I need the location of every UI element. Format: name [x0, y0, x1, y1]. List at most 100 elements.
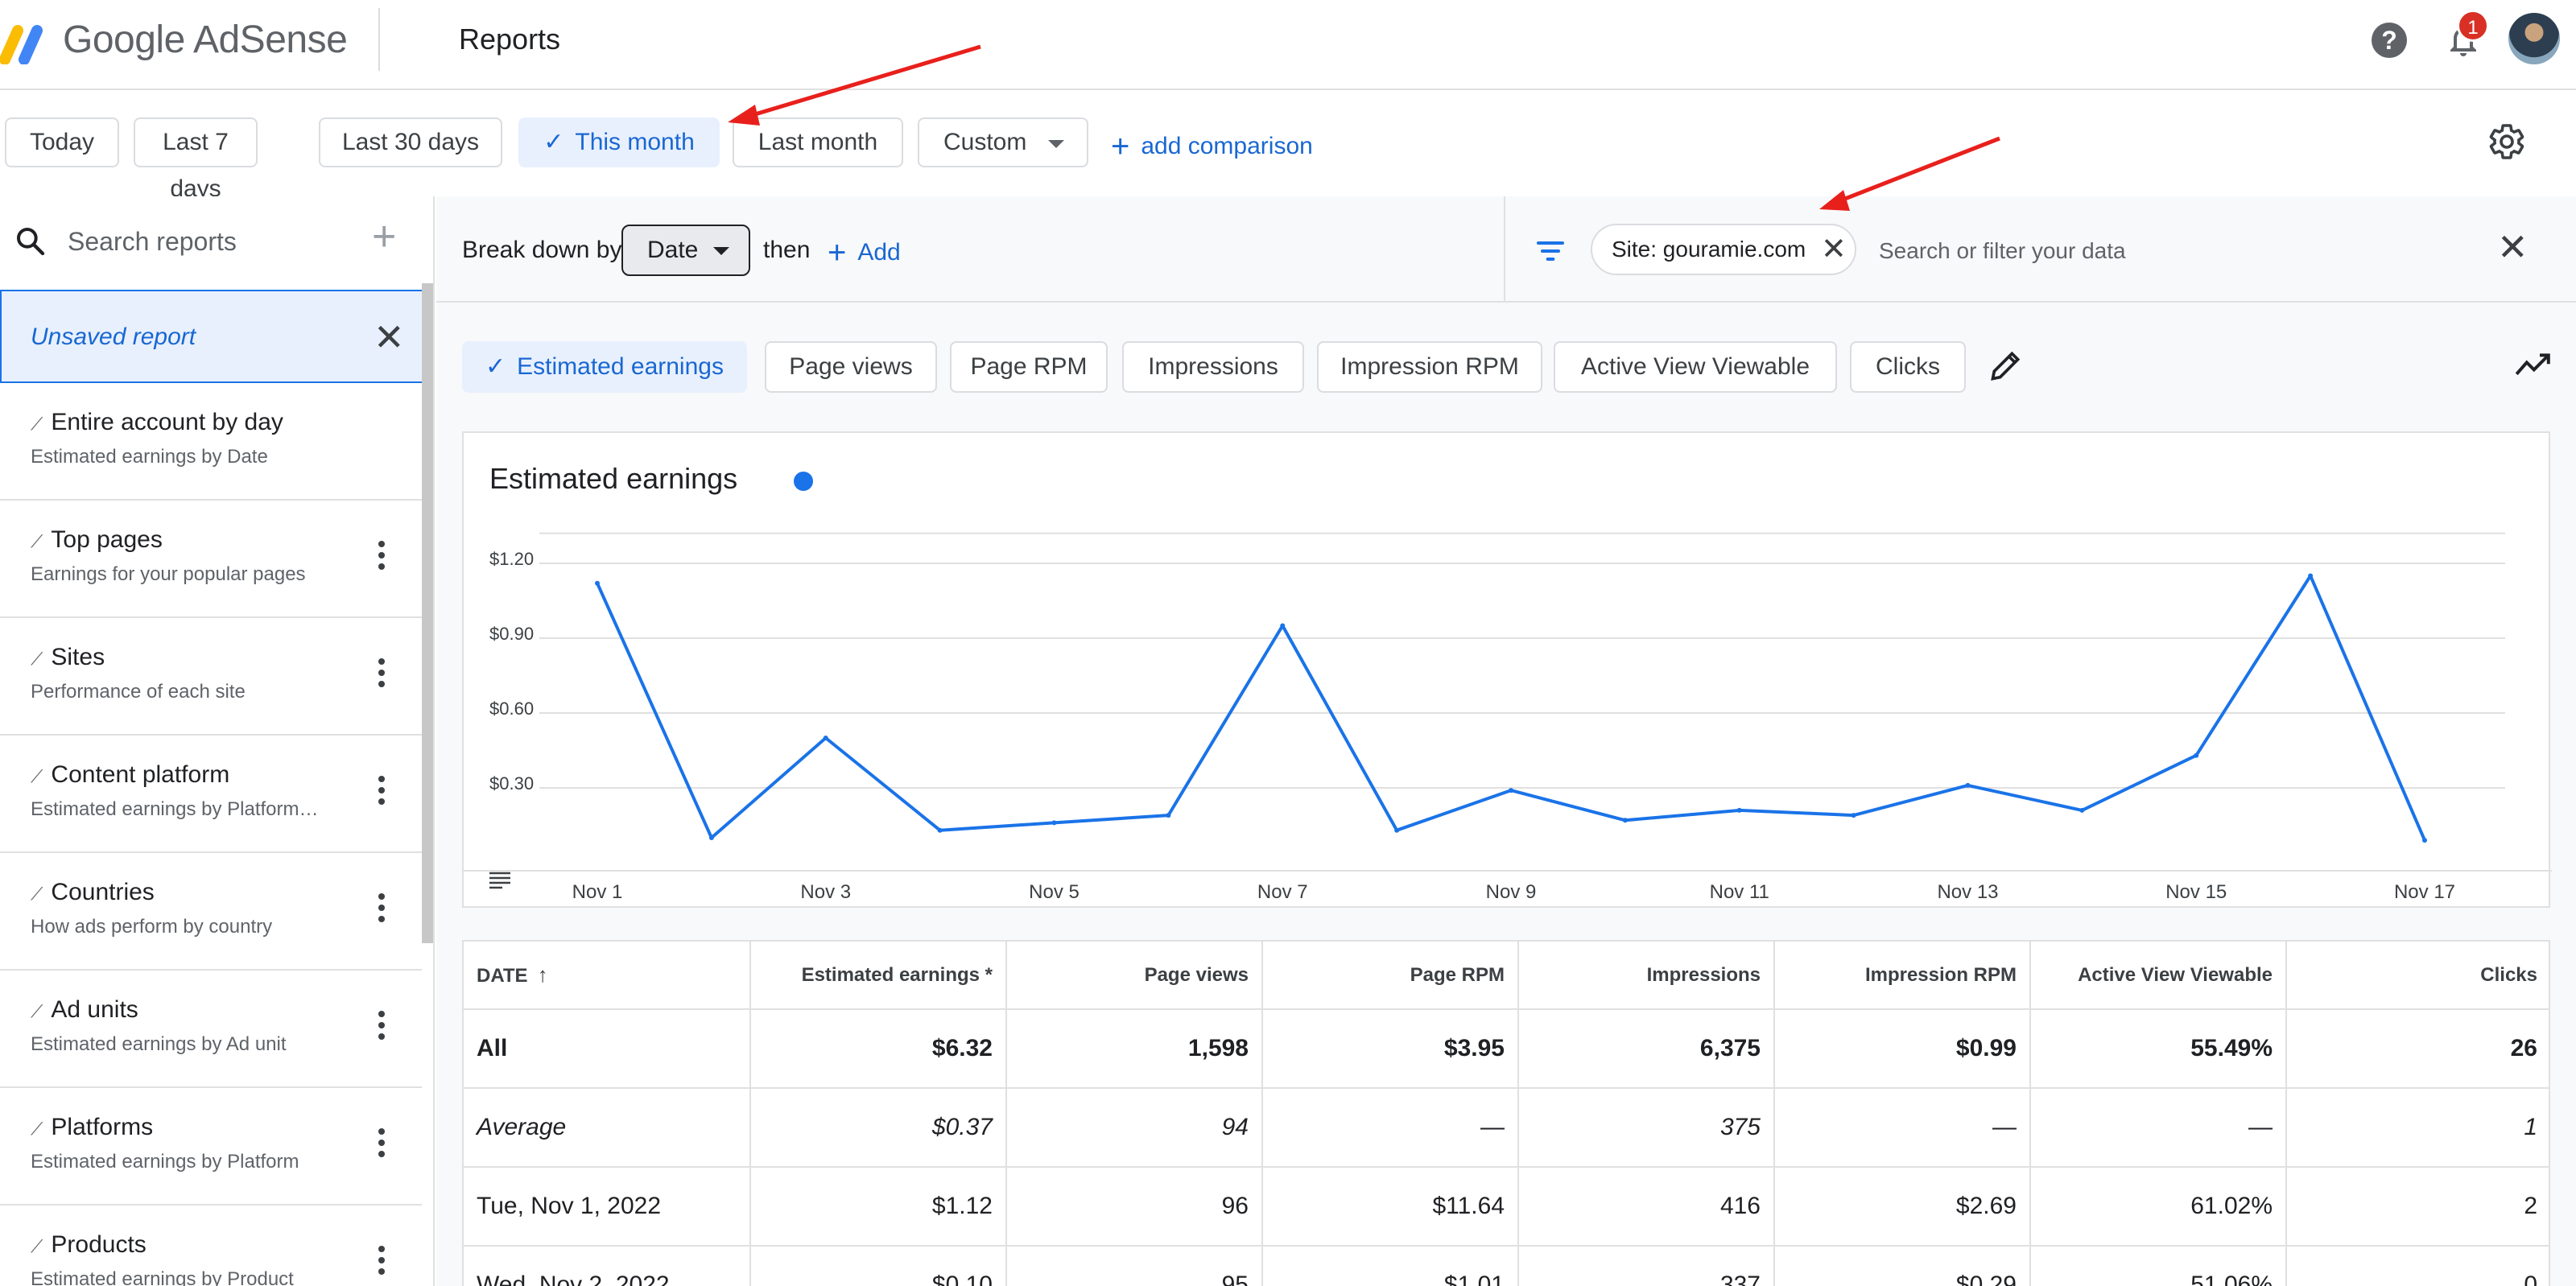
data-point[interactable] — [1965, 782, 1971, 788]
table-cell: 337 — [1518, 1246, 1775, 1286]
column-header-clicks[interactable]: Clicks — [2286, 942, 2550, 1010]
data-point[interactable] — [1280, 623, 1286, 629]
metric-label: Impression RPM — [1340, 353, 1519, 380]
sidebar-scrollbar[interactable] — [422, 283, 433, 943]
table-cell: 1 — [2286, 1088, 2550, 1168]
report-item-entire-account-by-day[interactable]: ⟋ Entire account by day Estimated earning… — [0, 383, 422, 501]
data-point[interactable] — [1622, 818, 1628, 823]
chart-toggle-trend-icon[interactable] — [2515, 351, 2550, 380]
sparkline-icon: ⟋ — [31, 884, 43, 904]
add-breakdown-button[interactable]: + Add — [828, 235, 901, 271]
more-vert-icon[interactable] — [378, 776, 386, 810]
more-vert-icon[interactable] — [378, 1128, 386, 1162]
data-point[interactable] — [1851, 813, 1856, 818]
chart-legend-menu-icon[interactable] — [488, 871, 512, 890]
series-line-estimated-earnings[interactable] — [596, 574, 2426, 841]
more-vert-icon[interactable] — [378, 541, 386, 575]
report-item-content-platform[interactable]: ⟋ Content platform Estimated earnings by … — [0, 736, 422, 853]
data-point[interactable] — [1394, 827, 1400, 833]
column-header-impression-rpm[interactable]: Impression RPM — [1774, 942, 2031, 1010]
column-header-date[interactable]: DATE ↑ — [464, 942, 751, 1010]
filter-icon[interactable] — [1534, 235, 1567, 267]
filter-search-input[interactable] — [1879, 232, 2442, 270]
table-cell: 96 — [1006, 1167, 1263, 1247]
data-point[interactable] — [2194, 752, 2199, 758]
date-chip-last-month[interactable]: Last month — [733, 117, 903, 167]
site-filter-chip[interactable]: Site: gouramie.com ✕ — [1591, 224, 1856, 275]
data-point[interactable] — [937, 827, 943, 833]
close-icon[interactable]: ✕ — [374, 315, 405, 359]
column-header-page-views[interactable]: Page views — [1006, 942, 1263, 1010]
report-search: + — [0, 196, 433, 290]
metric-chip-estimated-earnings[interactable]: ✓ Estimated earnings — [462, 341, 747, 393]
report-subtitle: Estimated earnings by Ad unit — [31, 1033, 287, 1055]
report-subtitle: Estimated earnings by Product — [31, 1268, 294, 1286]
x-tick-label: Nov 15 — [2165, 881, 2227, 903]
more-vert-icon[interactable] — [378, 1246, 386, 1280]
data-point[interactable] — [1051, 820, 1057, 826]
table-cell: 51.06% — [2030, 1246, 2287, 1286]
date-chip-last-30-days[interactable]: Last 30 days — [319, 117, 502, 167]
date-chip-custom[interactable]: Custom — [918, 117, 1088, 167]
more-vert-icon[interactable] — [378, 1011, 386, 1045]
chip-label: Last 30 days — [341, 129, 480, 155]
metric-chip-clicks[interactable]: Clicks — [1850, 341, 1966, 393]
brand-name[interactable]: Google AdSense — [63, 18, 348, 62]
data-point[interactable] — [595, 580, 600, 586]
add-comparison-button[interactable]: + add comparison — [1111, 129, 1313, 165]
report-item-top-pages[interactable]: ⟋ Top pages Earnings for your popular pag… — [0, 501, 422, 618]
remove-filter-close-icon[interactable]: ✕ — [1821, 225, 1847, 274]
edit-pencil-icon[interactable] — [1988, 348, 2024, 383]
column-header-active-view-viewable[interactable]: Active View Viewable — [2030, 942, 2287, 1010]
breakdown-select[interactable]: Date — [621, 225, 750, 276]
data-point[interactable] — [2308, 573, 2314, 579]
metric-chip-impressions[interactable]: Impressions — [1122, 341, 1304, 393]
column-header-impressions[interactable]: Impressions — [1518, 942, 1775, 1010]
x-tick-label: Nov 17 — [2394, 881, 2455, 903]
metric-chip-impression-rpm[interactable]: Impression RPM — [1317, 341, 1542, 393]
date-chip-last-7-days[interactable]: Last 7 days — [134, 117, 258, 202]
new-report-plus-icon[interactable]: + — [372, 212, 396, 261]
column-header-estimated-earnings[interactable]: Estimated earnings * — [750, 942, 1007, 1010]
table-cell: All — [464, 1009, 751, 1089]
data-point[interactable] — [1166, 813, 1171, 818]
report-item-sites[interactable]: ⟋ Sites Performance of each site — [0, 618, 422, 736]
data-point[interactable] — [1736, 807, 1742, 813]
data-point[interactable] — [708, 835, 714, 840]
data-point[interactable] — [2079, 807, 2085, 813]
report-item-countries[interactable]: ⟋ Countries How ads perform by country — [0, 853, 422, 971]
data-point[interactable] — [1509, 788, 1513, 793]
report-item-ad-units[interactable]: ⟋ Ad units Estimated earnings by Ad unit — [0, 971, 422, 1088]
earnings-chart-card: Estimated earnings $1.20 $0.90 $0.60 $0.30 N… — [462, 431, 2552, 908]
table-cell: $3.95 — [1262, 1009, 1519, 1089]
avatar[interactable] — [2508, 13, 2560, 64]
breakdown-label: Break down by — [462, 237, 622, 263]
table-cell: $1.12 — [750, 1167, 1007, 1247]
date-chip-today[interactable]: Today — [5, 117, 119, 167]
help-icon[interactable]: ? — [2372, 23, 2407, 58]
metric-chip-page-rpm[interactable]: Page RPM — [950, 341, 1108, 393]
report-title-row: ⟋ Sites — [31, 644, 105, 671]
breakdown-filter-bar: Break down by Date then + Add Site: goura… — [436, 196, 2576, 303]
settings-gear-icon[interactable] — [2487, 122, 2526, 161]
sort-arrow-up-icon[interactable]: ↑ — [538, 962, 548, 987]
report-item-products[interactable]: ⟋ Products Estimated earnings by Product — [0, 1206, 422, 1286]
x-tick-label: Nov 9 — [1486, 881, 1537, 903]
metric-chip-active-view-viewable[interactable]: Active View Viewable — [1554, 341, 1837, 393]
search-reports-input[interactable] — [68, 221, 357, 262]
table-cell: $2.69 — [1774, 1167, 2031, 1247]
table-cell: 26 — [2286, 1009, 2550, 1089]
data-point[interactable] — [2422, 838, 2427, 843]
metric-chip-page-views[interactable]: Page views — [765, 341, 937, 393]
column-header-page-rpm[interactable]: Page RPM — [1262, 942, 1519, 1010]
more-vert-icon[interactable] — [378, 893, 386, 927]
close-icon[interactable]: ✕ — [2497, 225, 2529, 269]
report-title-row: ⟋ Ad units — [31, 996, 138, 1024]
unsaved-report-item[interactable]: Unsaved report ✕ — [0, 290, 423, 383]
more-vert-icon[interactable] — [378, 658, 386, 692]
data-point[interactable] — [823, 736, 828, 740]
report-item-platforms[interactable]: ⟋ Platforms Estimated earnings by Platfor… — [0, 1088, 422, 1206]
date-chip-this-month[interactable]: ✓ This month — [518, 117, 720, 167]
metric-label: Page views — [789, 353, 913, 380]
earnings-line-chart[interactable]: $1.20 $0.90 $0.60 $0.30 Nov 1 Nov 3 Nov 5 Nov 7… — [464, 433, 2552, 908]
